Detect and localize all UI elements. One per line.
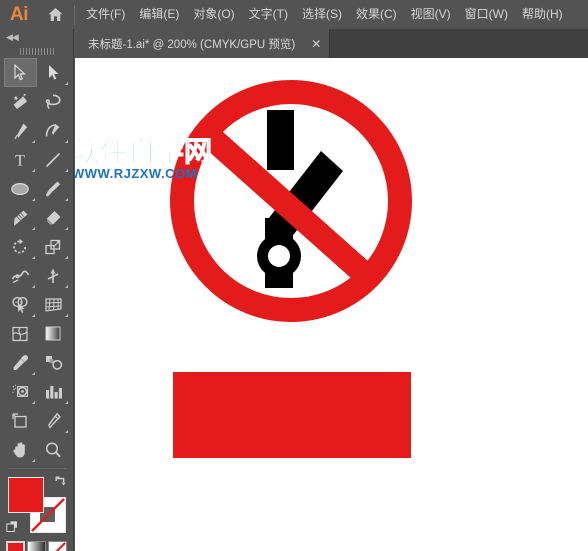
tool-flyout-indicator xyxy=(31,314,35,317)
perspective-grid-tool[interactable] xyxy=(37,290,70,319)
tools-panel: ◀◀ T xyxy=(0,29,74,551)
menu-edit[interactable]: 编辑(E) xyxy=(132,0,186,29)
ai-logo: Ai xyxy=(10,3,29,25)
slice-tool[interactable] xyxy=(37,406,70,435)
fill-stroke-controls xyxy=(5,475,68,535)
eyedropper-tool[interactable] xyxy=(4,348,37,377)
tool-flyout-indicator xyxy=(31,140,35,143)
selection-tool[interactable] xyxy=(3,58,37,87)
artboard-tool[interactable] xyxy=(4,406,37,435)
hand-tool[interactable] xyxy=(4,435,37,464)
tool-flyout-indicator xyxy=(64,430,68,433)
blend-tool[interactable] xyxy=(37,348,70,377)
tool-flyout-indicator xyxy=(64,314,68,317)
line-segment-tool[interactable] xyxy=(37,145,70,174)
tool-flyout-indicator xyxy=(31,198,35,201)
none-fill-button[interactable] xyxy=(48,541,67,551)
document-tab[interactable]: 未标题-1.ai* @ 200% (CMYK/GPU 预览) ✕ xyxy=(74,29,331,58)
tool-flyout-indicator xyxy=(31,256,35,259)
red-rectangle-shape[interactable] xyxy=(173,372,411,458)
zoom-tool[interactable] xyxy=(37,435,70,464)
tool-flyout-indicator xyxy=(31,169,35,172)
rotate-tool[interactable] xyxy=(4,232,37,261)
gradient-tool[interactable] xyxy=(37,319,70,348)
tool-flyout-indicator xyxy=(31,372,35,375)
default-fill-stroke-icon[interactable] xyxy=(5,520,19,533)
tool-flyout-indicator xyxy=(64,401,68,404)
home-icon[interactable] xyxy=(38,0,72,29)
tool-flyout-indicator xyxy=(64,285,68,288)
menu-type[interactable]: 文字(T) xyxy=(242,0,295,29)
lever-pivot-hole xyxy=(268,245,290,267)
panel-drag-handle[interactable] xyxy=(0,45,73,58)
menu-select[interactable]: 选择(S) xyxy=(295,0,349,29)
tool-separator xyxy=(7,468,66,469)
scale-tool[interactable] xyxy=(37,232,70,261)
color-fill-button[interactable] xyxy=(6,541,25,551)
illustrator-window: Ai 文件(F) 编辑(E) 对象(O) 文字(T) 选择(S) 效果(C) 视… xyxy=(0,0,588,551)
tool-flyout-indicator xyxy=(64,169,68,172)
free-transform-tool[interactable] xyxy=(37,261,70,290)
document-canvas[interactable]: 软件自学网 WWW.RJZXW.COM xyxy=(75,58,588,551)
switch-upper-bar[interactable] xyxy=(267,110,294,170)
eraser-tool[interactable] xyxy=(37,203,70,232)
menu-effect[interactable]: 效果(C) xyxy=(349,0,404,29)
tool-flyout-indicator xyxy=(64,198,68,201)
menu-help[interactable]: 帮助(H) xyxy=(515,0,570,29)
panel-collapse-button[interactable]: ◀◀ xyxy=(0,29,73,45)
menu-object[interactable]: 对象(O) xyxy=(186,0,241,29)
menu-bar: Ai 文件(F) 编辑(E) 对象(O) 文字(T) 选择(S) 效果(C) 视… xyxy=(0,0,588,29)
paintbrush-tool[interactable] xyxy=(37,174,70,203)
document-tab-title: 未标题-1.ai* @ 200% (CMYK/GPU 预览) xyxy=(88,38,296,51)
tool-flyout-indicator xyxy=(64,227,68,230)
svg-text:T: T xyxy=(15,153,25,169)
menu-divider xyxy=(74,4,75,25)
tool-flyout-indicator xyxy=(31,459,35,462)
tool-grid: T xyxy=(0,58,73,464)
width-tool[interactable] xyxy=(4,261,37,290)
tool-flyout-indicator xyxy=(31,401,35,404)
direct-selection-tool[interactable] xyxy=(37,58,70,87)
fill-swatch[interactable] xyxy=(7,477,44,513)
tool-flyout-indicator xyxy=(31,285,35,288)
menu-window[interactable]: 窗口(W) xyxy=(458,0,515,29)
shape-builder-tool[interactable] xyxy=(4,290,37,319)
tool-flyout-indicator xyxy=(64,82,68,85)
fill-mode-buttons xyxy=(0,541,73,551)
tool-flyout-indicator xyxy=(64,140,68,143)
mesh-tool[interactable] xyxy=(4,319,37,348)
tool-flyout-indicator xyxy=(31,227,35,230)
ellipse-tool[interactable] xyxy=(4,174,37,203)
swap-fill-stroke-icon[interactable] xyxy=(54,475,68,489)
symbol-sprayer-tool[interactable] xyxy=(4,377,37,406)
document-tab-bar: 未标题-1.ai* @ 200% (CMYK/GPU 预览) ✕ xyxy=(0,29,588,58)
pen-tool[interactable] xyxy=(4,116,37,145)
artboard[interactable] xyxy=(75,58,588,551)
gradient-fill-button[interactable] xyxy=(27,541,46,551)
curvature-tool[interactable] xyxy=(37,116,70,145)
lasso-tool[interactable] xyxy=(37,87,70,116)
magic-wand-tool[interactable] xyxy=(4,87,37,116)
column-graph-tool[interactable] xyxy=(37,377,70,406)
tool-flyout-indicator xyxy=(64,256,68,259)
blob-brush-tool[interactable] xyxy=(4,203,37,232)
type-tool[interactable]: T xyxy=(4,145,37,174)
grip-dots xyxy=(19,48,54,55)
menu-view[interactable]: 视图(V) xyxy=(404,0,458,29)
close-icon[interactable]: ✕ xyxy=(309,38,323,50)
menu-file[interactable]: 文件(F) xyxy=(79,0,132,29)
